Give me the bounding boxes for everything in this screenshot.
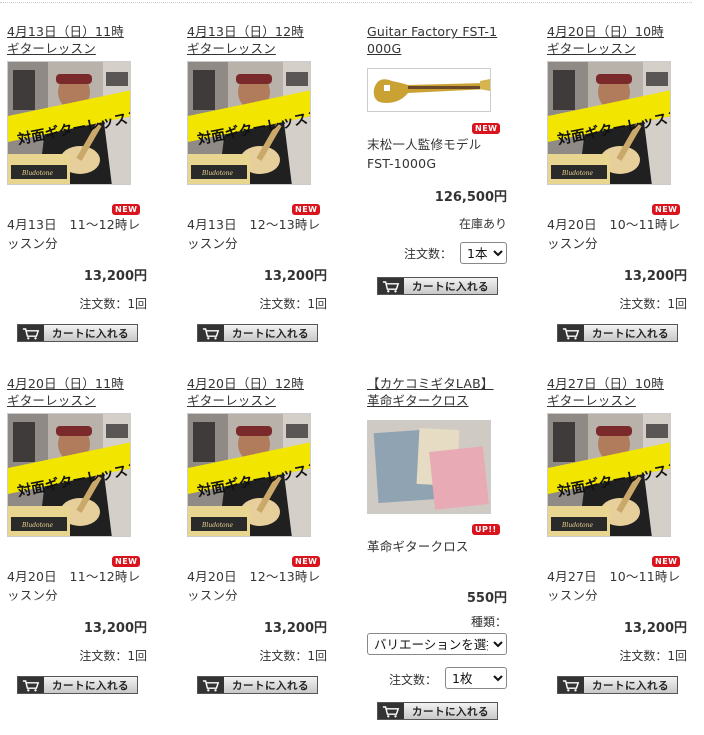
quantity-text: 注文数：1回 bbox=[259, 649, 327, 663]
product-description: 革命ギタークロス bbox=[367, 539, 469, 554]
new-badge: NEW bbox=[292, 204, 321, 215]
new-badge: NEW bbox=[112, 204, 141, 215]
add-to-cart-button[interactable]: カートに入れる bbox=[557, 676, 678, 694]
quantity-label: 注文数： bbox=[404, 247, 453, 261]
product-card: 4月13日（日）12時 ギターレッスン NEW 4月13日 12〜13時レ ッス… bbox=[187, 23, 352, 342]
product-title-link[interactable]: Guitar Factory FST-1 000G bbox=[367, 23, 532, 57]
add-to-cart-button[interactable]: カートに入れる bbox=[197, 676, 318, 694]
cart-icon bbox=[378, 278, 404, 294]
product-image[interactable] bbox=[547, 413, 671, 537]
product-card: 【カケコミギタLAB】 革命ギタークロス UP!! 革命ギタークロス 550円 … bbox=[367, 375, 532, 720]
product-price: 13,200円 bbox=[263, 269, 327, 284]
product-image[interactable] bbox=[547, 61, 671, 185]
top-divider bbox=[0, 2, 692, 3]
new-badge: NEW bbox=[292, 556, 321, 567]
quantity-text: 注文数：1回 bbox=[619, 297, 687, 311]
product-image[interactable] bbox=[7, 413, 131, 537]
add-to-cart-label: カートに入れる bbox=[412, 705, 489, 718]
cart-icon bbox=[18, 325, 44, 341]
product-title-link[interactable]: 4月13日（日）12時 ギターレッスン bbox=[187, 23, 352, 57]
product-price: 13,200円 bbox=[623, 621, 687, 636]
add-to-cart-button[interactable]: カートに入れる bbox=[17, 324, 138, 342]
add-to-cart-button[interactable]: カートに入れる bbox=[377, 277, 498, 295]
product-card: 4月20日（日）10時 ギターレッスン NEW 4月20日 10〜11時レ ッス… bbox=[547, 23, 704, 342]
product-description: 末松一人監修モデル FST-1000G bbox=[367, 137, 482, 171]
product-description: 4月13日 11〜12時レ ッスン分 bbox=[7, 217, 141, 251]
product-price: 13,200円 bbox=[623, 269, 687, 284]
add-to-cart-button[interactable]: カートに入れる bbox=[557, 324, 678, 342]
new-badge: NEW bbox=[472, 123, 501, 134]
add-to-cart-label: カートに入れる bbox=[412, 280, 489, 293]
product-price: 13,200円 bbox=[83, 269, 147, 284]
cart-icon bbox=[198, 677, 224, 693]
product-card: Guitar Factory FST-1 000G NEW 末松一人監修モデル … bbox=[367, 23, 532, 295]
add-to-cart-button[interactable]: カートに入れる bbox=[377, 702, 498, 720]
product-title-link[interactable]: 4月20日（日）12時 ギターレッスン bbox=[187, 375, 352, 409]
product-image[interactable] bbox=[7, 61, 131, 185]
product-title-link[interactable]: 4月27日（日）10時 ギターレッスン bbox=[547, 375, 704, 409]
add-to-cart-label: カートに入れる bbox=[52, 679, 129, 692]
product-price: 550円 bbox=[466, 591, 507, 606]
product-image[interactable] bbox=[367, 68, 491, 112]
cart-icon bbox=[558, 325, 584, 341]
cart-icon bbox=[378, 703, 404, 719]
product-card: 4月20日（日）12時 ギターレッスン NEW 4月20日 12〜13時レ ッス… bbox=[187, 375, 352, 694]
product-title-link[interactable]: 4月20日（日）11時 ギターレッスン bbox=[7, 375, 172, 409]
variant-select[interactable]: バリエーションを選択 bbox=[367, 633, 507, 655]
new-badge: NEW bbox=[112, 556, 141, 567]
variant-label: 種類： bbox=[470, 615, 507, 629]
product-card: 4月13日（日）11時 ギターレッスン NEW 4月13日 11〜12時レ ッス… bbox=[7, 23, 172, 342]
quantity-label: 注文数： bbox=[389, 673, 438, 687]
product-image[interactable] bbox=[367, 420, 491, 514]
product-image[interactable] bbox=[187, 61, 311, 185]
quantity-text: 注文数：1回 bbox=[619, 649, 687, 663]
add-to-cart-label: カートに入れる bbox=[592, 679, 669, 692]
add-to-cart-label: カートに入れる bbox=[232, 679, 309, 692]
cart-icon bbox=[198, 325, 224, 341]
product-description: 4月20日 10〜11時レ ッスン分 bbox=[547, 217, 681, 251]
product-card: 4月20日（日）11時 ギターレッスン NEW 4月20日 11〜12時レ ッス… bbox=[7, 375, 172, 694]
quantity-text: 注文数：1回 bbox=[79, 649, 147, 663]
product-price: 13,200円 bbox=[83, 621, 147, 636]
cart-icon bbox=[18, 677, 44, 693]
product-title-link[interactable]: 【カケコミギタLAB】 革命ギタークロス bbox=[367, 375, 532, 409]
product-card: 4月27日（日）10時 ギターレッスン NEW 4月27日 10〜11時レ ッス… bbox=[547, 375, 704, 694]
quantity-text: 注文数：1回 bbox=[259, 297, 327, 311]
product-price: 126,500円 bbox=[434, 190, 507, 205]
new-badge: NEW bbox=[652, 204, 681, 215]
product-title-link[interactable]: 4月13日（日）11時 ギターレッスン bbox=[7, 23, 172, 57]
cart-icon bbox=[558, 677, 584, 693]
up-badge: UP!! bbox=[472, 524, 500, 535]
add-to-cart-label: カートに入れる bbox=[232, 327, 309, 340]
product-image[interactable] bbox=[187, 413, 311, 537]
quantity-text: 注文数：1回 bbox=[79, 297, 147, 311]
quantity-select[interactable]: 1本 bbox=[460, 242, 507, 264]
product-description: 4月13日 12〜13時レ ッスン分 bbox=[187, 217, 321, 251]
add-to-cart-label: カートに入れる bbox=[592, 327, 669, 340]
add-to-cart-label: カートに入れる bbox=[52, 327, 129, 340]
new-badge: NEW bbox=[652, 556, 681, 567]
add-to-cart-button[interactable]: カートに入れる bbox=[197, 324, 318, 342]
add-to-cart-button[interactable]: カートに入れる bbox=[17, 676, 138, 694]
product-price: 13,200円 bbox=[263, 621, 327, 636]
quantity-select[interactable]: 1枚 bbox=[445, 667, 507, 689]
stock-status: 在庫あり bbox=[458, 217, 507, 231]
product-title-link[interactable]: 4月20日（日）10時 ギターレッスン bbox=[547, 23, 704, 57]
